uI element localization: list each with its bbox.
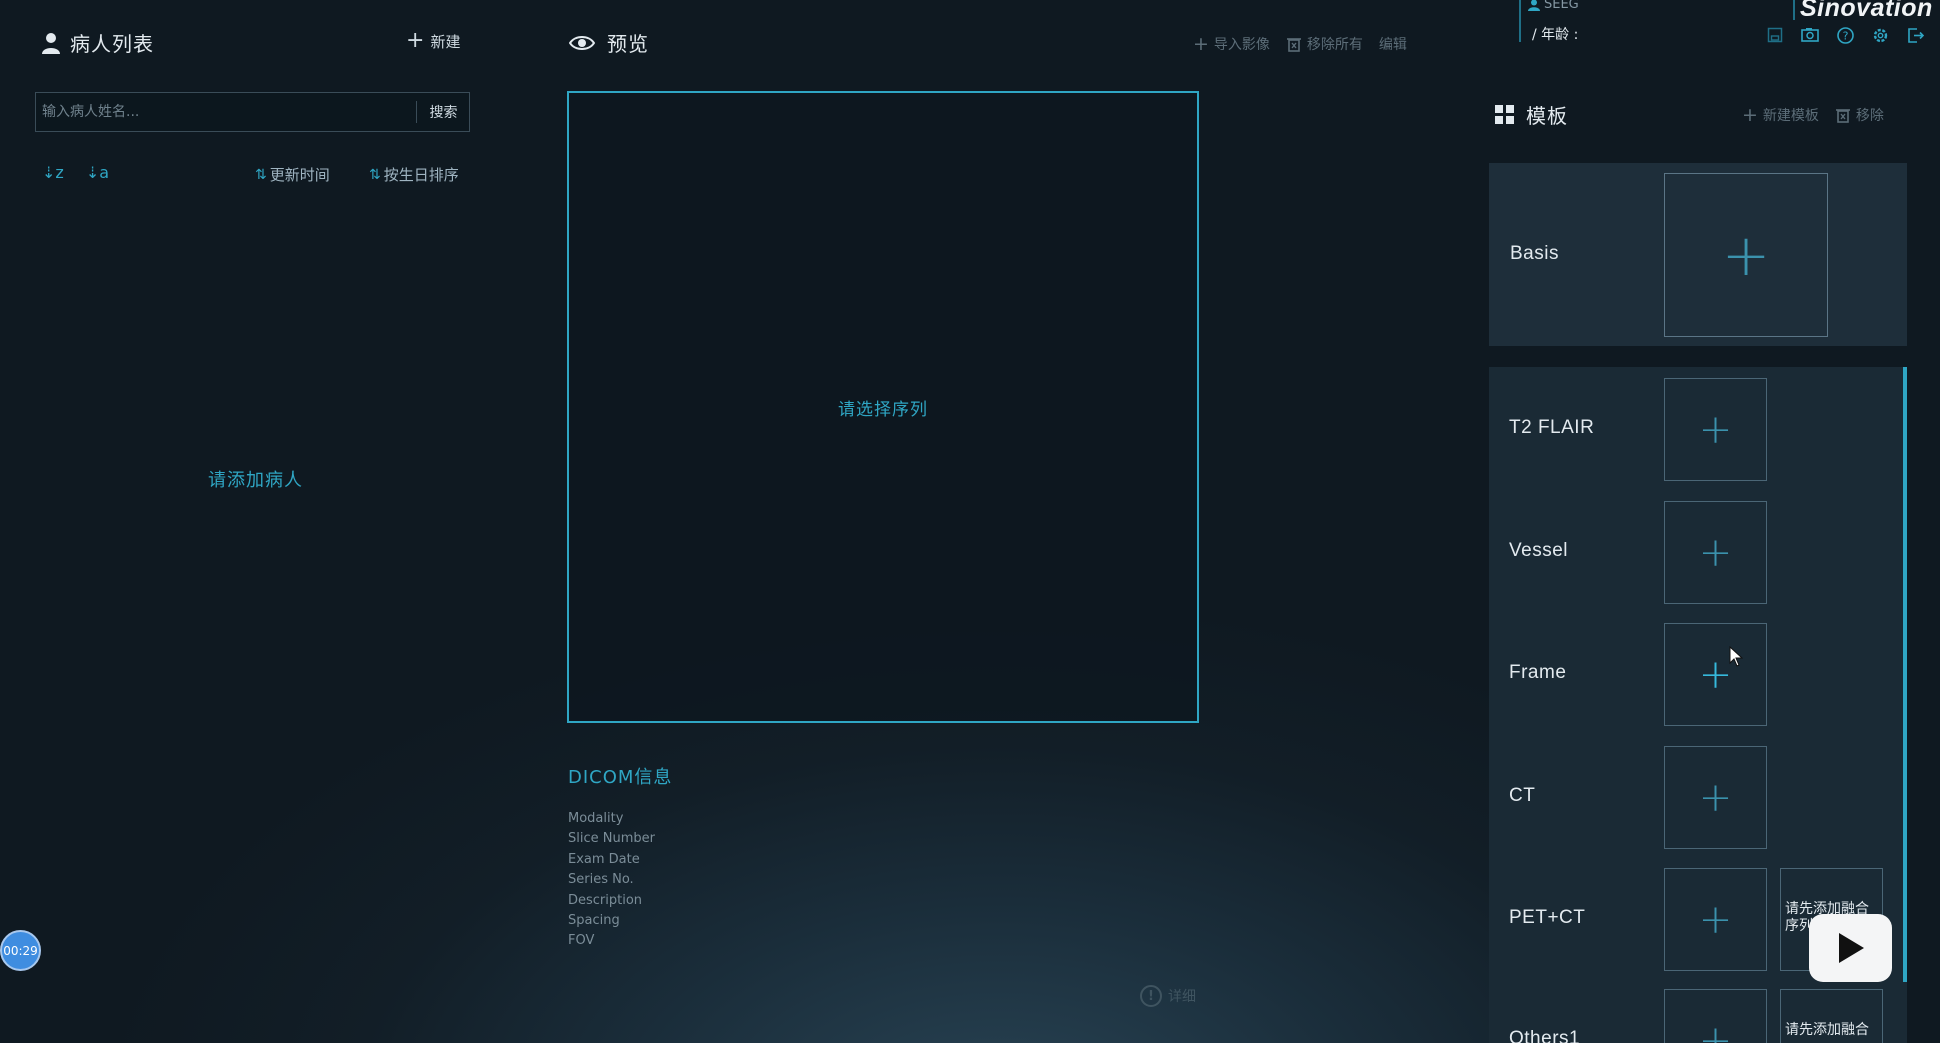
template-header: 模板 — [1495, 100, 1568, 129]
info-circle-icon: ! — [1140, 985, 1162, 1007]
user-info: SEEG — [1528, 0, 1579, 12]
logout-icon[interactable] — [1905, 25, 1925, 45]
edit-button[interactable]: 编辑 — [1379, 34, 1407, 54]
preview-title: 预览 — [607, 32, 649, 56]
preview-placeholder: 请选择序列 — [838, 400, 928, 420]
sort-birthday-label: 按生日排序 — [383, 166, 459, 184]
template-item: CT + — [1489, 746, 1899, 849]
sort-update-label: 更新时间 — [269, 166, 330, 184]
sort-arrows-icon: ⇅ — [255, 166, 267, 183]
dicom-field-slice-number: Slice Number — [568, 831, 655, 847]
person-icon — [42, 32, 60, 54]
add-series-button[interactable]: + — [1664, 989, 1767, 1043]
template-item: Others1 + 请先添加融合 — [1489, 989, 1899, 1043]
sort-descending-icon[interactable]: ⇣a — [86, 163, 109, 182]
patient-search-box: 搜索 — [35, 92, 470, 132]
template-item-label: Frame — [1509, 662, 1567, 683]
import-image-button[interactable]: + 导入影像 — [1193, 33, 1270, 55]
patient-search-input[interactable] — [36, 93, 416, 131]
patient-list-title: 病人列表 — [70, 32, 154, 56]
add-series-button[interactable]: + — [1664, 623, 1767, 726]
new-patient-button[interactable]: + 新建 — [406, 30, 460, 52]
template-basis-label: Basis — [1510, 243, 1559, 264]
camera-icon[interactable] — [1800, 25, 1820, 45]
add-series-button[interactable]: + — [1664, 746, 1767, 849]
brand-divider — [1793, 0, 1795, 20]
sort-direction-group: ⇣z ⇣a — [42, 163, 109, 182]
dicom-field-fov: FOV — [568, 933, 595, 949]
sort-by-birthday-button[interactable]: ⇅ 按生日排序 — [369, 164, 459, 185]
play-button[interactable] — [1809, 914, 1892, 982]
svg-text:?: ? — [1842, 29, 1848, 42]
template-item-label: Others1 — [1509, 1028, 1581, 1043]
mouse-cursor-icon — [1729, 646, 1743, 667]
detail-label: 详细 — [1168, 989, 1196, 1005]
settings-icon[interactable] — [1870, 25, 1890, 45]
dicom-field-series-no: Series No. — [568, 872, 634, 888]
save-icon[interactable] — [1765, 25, 1785, 45]
template-basis-card: Basis + — [1489, 163, 1907, 346]
import-image-label: 导入影像 — [1213, 37, 1270, 53]
sort-arrows-icon: ⇅ — [369, 166, 381, 183]
dicom-field-list: Modality Slice Number Exam Date Series N… — [568, 809, 655, 952]
template-title: 模板 — [1526, 104, 1568, 128]
topbar-divider — [1519, 0, 1521, 42]
age-label: / 年龄 : — [1532, 27, 1579, 43]
topbar-icon-group: ? — [1765, 25, 1925, 45]
sort-ascending-icon[interactable]: ⇣z — [42, 163, 64, 182]
fusion-series-slot[interactable]: 请先添加融合 — [1780, 989, 1883, 1043]
user-icon — [1528, 0, 1540, 11]
template-item: Frame + — [1489, 623, 1899, 726]
plus-icon: + — [406, 28, 425, 53]
help-icon[interactable]: ? — [1835, 25, 1855, 45]
new-patient-label: 新建 — [430, 32, 461, 51]
remove-template-button[interactable]: 移除 — [1835, 105, 1884, 125]
add-series-button[interactable]: + — [1664, 868, 1767, 971]
template-item-label: CT — [1509, 785, 1536, 806]
new-template-label: 新建模板 — [1762, 108, 1819, 124]
preview-header: 预览 — [569, 28, 649, 57]
remove-template-label: 移除 — [1855, 108, 1884, 124]
preview-toolbar: + 导入影像 移除所有 编辑 — [1193, 33, 1407, 55]
grid-icon — [1495, 105, 1514, 124]
preview-viewport[interactable]: 请选择序列 — [567, 91, 1199, 723]
play-icon — [1838, 933, 1864, 963]
plus-icon: + — [1742, 104, 1758, 126]
template-toolbar: + 新建模板 移除 — [1742, 104, 1884, 126]
search-button[interactable]: 搜索 — [417, 93, 470, 131]
remove-all-label: 移除所有 — [1306, 37, 1363, 53]
template-item-label: PET+CT — [1509, 907, 1586, 928]
dicom-field-modality: Modality — [568, 811, 624, 826]
dicom-field-description: Description — [568, 892, 643, 908]
template-item-label: Vessel — [1509, 540, 1568, 561]
brand-logo: Sinovation — [1800, 0, 1933, 22]
trash-icon — [1835, 109, 1850, 123]
add-series-button[interactable]: + — [1664, 501, 1767, 604]
trash-icon — [1286, 38, 1301, 52]
template-item: T2 FLAIR + — [1489, 378, 1899, 481]
remove-all-button[interactable]: 移除所有 — [1286, 34, 1363, 54]
user-label: SEEG — [1544, 0, 1579, 12]
dicom-field-spacing: Spacing — [568, 913, 620, 929]
sort-by-update-time-button[interactable]: ⇅ 更新时间 — [255, 164, 330, 185]
dicom-field-exam-date: Exam Date — [568, 851, 640, 867]
template-list-scrollbar[interactable] — [1903, 367, 1907, 982]
add-series-button[interactable]: + — [1664, 378, 1767, 481]
recording-timer-badge[interactable]: 00:29 — [0, 930, 41, 971]
detail-button[interactable]: ! 详细 — [1140, 985, 1196, 1007]
template-item-label: T2 FLAIR — [1509, 417, 1595, 438]
dicom-info-title: DICOM信息 — [568, 767, 673, 788]
new-template-button[interactable]: + 新建模板 — [1742, 104, 1819, 126]
template-item: Vessel + — [1489, 501, 1899, 604]
empty-patient-message: 请添加病人 — [208, 470, 303, 491]
add-basis-series-button[interactable]: + — [1664, 173, 1828, 337]
plus-icon: + — [1193, 33, 1209, 55]
patient-list-header: 病人列表 — [42, 28, 154, 57]
eye-icon — [569, 35, 595, 50]
